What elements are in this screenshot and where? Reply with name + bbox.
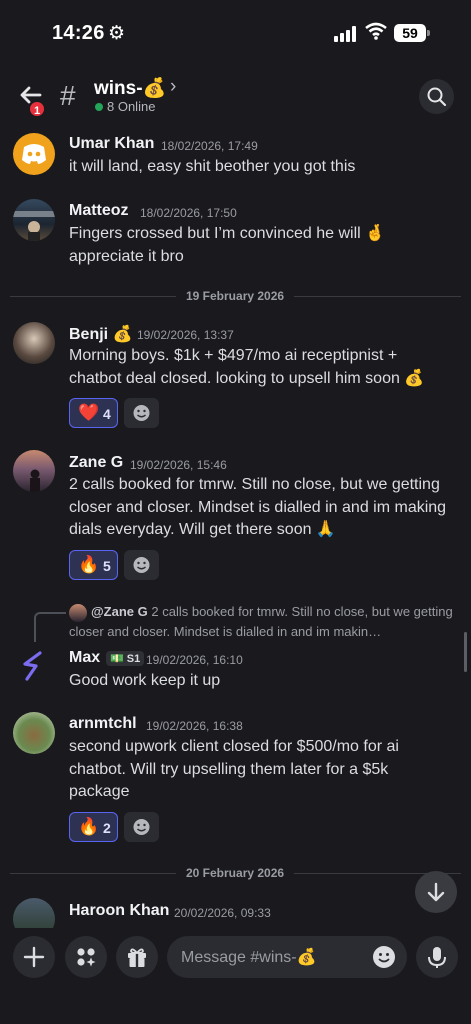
avatar[interactable] bbox=[13, 450, 55, 492]
battery-tip bbox=[427, 30, 430, 36]
message-input[interactable]: Message #wins-💰 bbox=[167, 936, 407, 978]
message-list[interactable]: Umar Khan 18/02/2026, 17:49 it will land… bbox=[0, 126, 471, 928]
emoji-picker-icon[interactable] bbox=[372, 945, 396, 969]
message-text: 2 calls booked for tmrw. Still no close,… bbox=[69, 476, 447, 538]
channel-hash-icon: # bbox=[60, 80, 76, 111]
online-status-dot bbox=[95, 103, 103, 111]
lightning-bolt-icon bbox=[23, 651, 42, 681]
avatar[interactable] bbox=[13, 645, 55, 687]
reply-preview[interactable]: @Zane G 2 calls booked for tmrw. Still n… bbox=[69, 602, 469, 642]
arrow-down-icon bbox=[427, 882, 445, 902]
reaction-count: 2 bbox=[103, 820, 111, 836]
voice-message-button[interactable] bbox=[416, 936, 458, 978]
apps-icon bbox=[77, 948, 96, 967]
plus-icon bbox=[23, 946, 45, 968]
avatar[interactable] bbox=[13, 199, 55, 241]
discord-logo-icon bbox=[22, 144, 46, 164]
gear-icon: ⚙ bbox=[108, 23, 126, 44]
message-author[interactable]: arnmtchl bbox=[69, 715, 137, 733]
jump-to-bottom-button[interactable] bbox=[415, 871, 457, 913]
smiley-icon bbox=[133, 819, 150, 835]
date-divider-label: 20 February 2026 bbox=[176, 866, 295, 880]
search-icon bbox=[427, 87, 447, 107]
reply-mention: @Zane G bbox=[91, 604, 148, 619]
unread-badge: 1 bbox=[28, 100, 46, 118]
reaction-heart[interactable]: ❤️ 4 bbox=[69, 398, 118, 428]
battery-level: 59 bbox=[394, 24, 426, 42]
message-text: Good work keep it up bbox=[69, 672, 221, 689]
message-timestamp: 18/02/2026, 17:49 bbox=[161, 139, 258, 153]
message-text: it will land, easy shit beother you got … bbox=[69, 158, 356, 175]
role-tag: 💵 S1 bbox=[106, 651, 145, 666]
clock-time: 14:26 bbox=[52, 22, 105, 44]
message-author[interactable]: Matteoz bbox=[69, 202, 129, 220]
apps-button[interactable] bbox=[65, 936, 107, 978]
cellular-signal-icon bbox=[334, 26, 358, 42]
scrollbar[interactable] bbox=[464, 632, 467, 672]
message-placeholder: Message #wins-💰 bbox=[181, 949, 317, 966]
message-timestamp: 19/02/2026, 16:10 bbox=[146, 653, 243, 667]
avatar-photo bbox=[30, 469, 40, 492]
gift-button[interactable] bbox=[116, 936, 158, 978]
message-timestamp: 18/02/2026, 17:50 bbox=[140, 206, 237, 220]
reaction-fire[interactable]: 🔥 2 bbox=[69, 812, 118, 842]
microphone-icon bbox=[428, 947, 446, 968]
fire-icon: 🔥 bbox=[78, 817, 100, 836]
message-timestamp: 19/02/2026, 13:37 bbox=[137, 328, 234, 342]
smiley-icon bbox=[133, 405, 150, 421]
add-attachment-button[interactable] bbox=[13, 936, 55, 978]
message-timestamp: 19/02/2026, 16:38 bbox=[146, 719, 243, 733]
message-text: Morning boys. $1k + $497/mo ai receptipn… bbox=[69, 347, 425, 387]
message-author[interactable]: Benji 💰 bbox=[69, 324, 132, 344]
reply-connector bbox=[34, 612, 66, 642]
message-timestamp: 20/02/2026, 09:33 bbox=[174, 906, 271, 920]
reaction-count: 4 bbox=[103, 406, 111, 422]
message-author[interactable]: Zane G bbox=[69, 454, 123, 472]
smiley-icon bbox=[133, 557, 150, 573]
gift-icon bbox=[128, 948, 146, 967]
fire-icon: 🔥 bbox=[78, 555, 100, 574]
avatar[interactable] bbox=[13, 712, 55, 754]
reaction-fire[interactable]: 🔥 5 bbox=[69, 550, 118, 580]
composer-bar: Message #wins-💰 bbox=[0, 928, 471, 1024]
add-reaction-button[interactable] bbox=[124, 398, 159, 428]
status-bar: 14:26 ⚙ 59 bbox=[0, 0, 471, 66]
message-author[interactable]: Umar Khan bbox=[69, 135, 154, 153]
avatar-photo bbox=[13, 211, 55, 241]
message-timestamp: 19/02/2026, 15:46 bbox=[130, 458, 227, 472]
date-divider-label: 19 February 2026 bbox=[176, 289, 295, 303]
wifi-icon bbox=[365, 22, 387, 40]
heart-icon: ❤️ bbox=[78, 403, 100, 422]
reaction-count: 5 bbox=[103, 558, 111, 574]
avatar[interactable] bbox=[13, 133, 55, 175]
channel-title[interactable]: wins-💰 bbox=[94, 76, 166, 100]
add-reaction-button[interactable] bbox=[124, 812, 159, 842]
message-author[interactable]: Haroon Khan bbox=[69, 902, 169, 920]
avatar[interactable] bbox=[13, 898, 55, 928]
chevron-right-icon[interactable]: › bbox=[170, 76, 176, 98]
message-text: second upwork client closed for $500/mo … bbox=[69, 738, 399, 800]
message-author[interactable]: Max bbox=[69, 649, 100, 667]
online-count: 8 Online bbox=[107, 99, 156, 114]
add-reaction-button[interactable] bbox=[124, 550, 159, 580]
avatar[interactable] bbox=[13, 322, 55, 364]
search-button[interactable] bbox=[419, 79, 454, 114]
message-text: Fingers crossed but I’m convinced he wil… bbox=[69, 225, 386, 265]
channel-header: 1 # wins-💰 › 8 Online bbox=[0, 66, 471, 126]
